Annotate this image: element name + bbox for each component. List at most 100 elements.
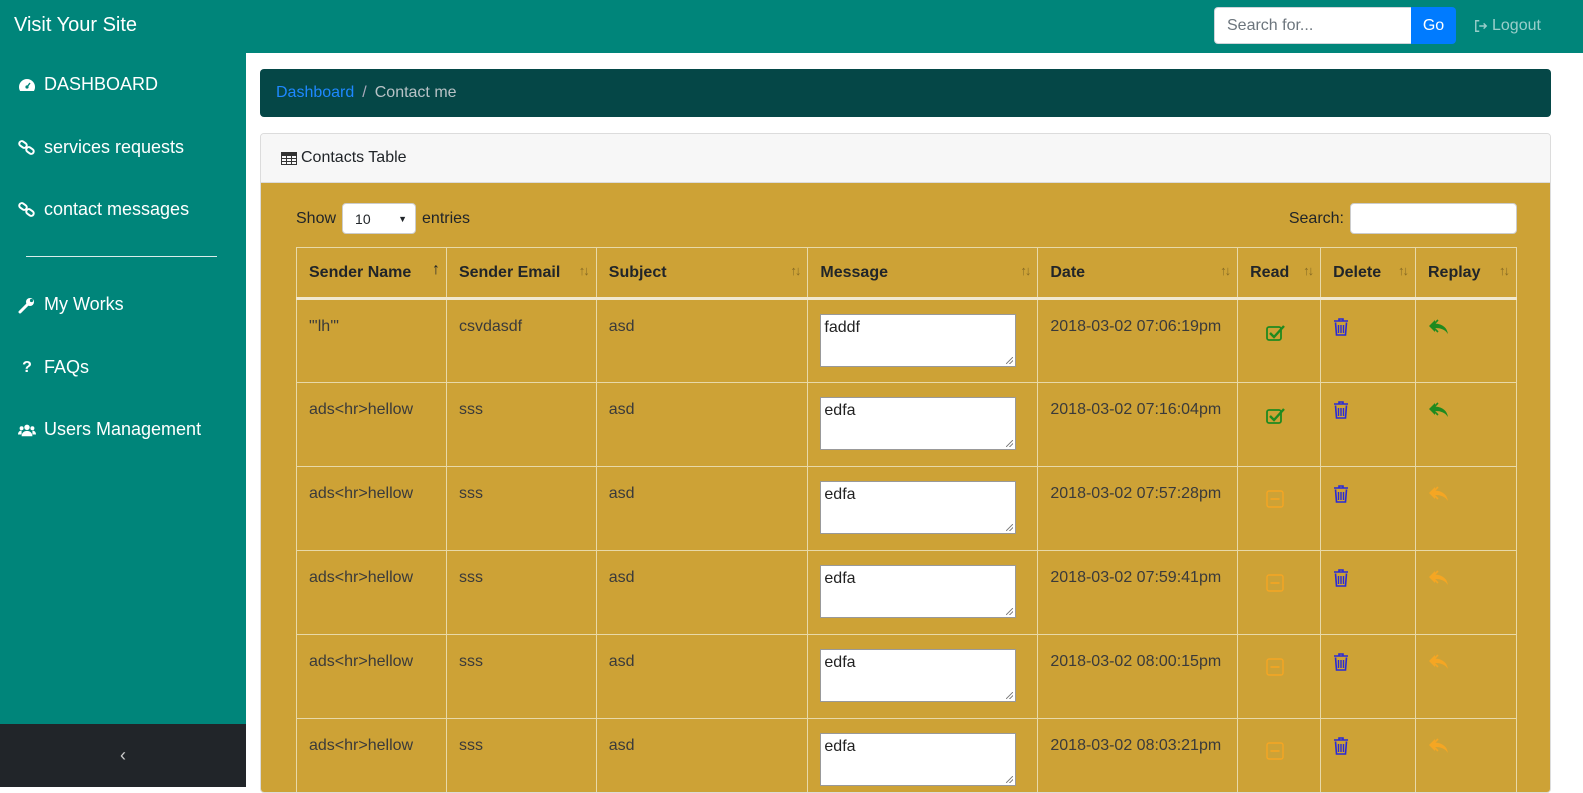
- cell-delete: [1321, 719, 1416, 793]
- col-header-date[interactable]: Date↑↓: [1038, 248, 1238, 299]
- col-header-label: Sender Name: [309, 264, 411, 281]
- cell-read: [1238, 383, 1321, 467]
- cell-sender-name: "'lh'": [297, 299, 447, 383]
- cell-sender-name: ads<hr>hellow: [297, 551, 447, 635]
- col-header-label: Subject: [609, 264, 667, 281]
- entries-select-value: 10: [355, 211, 371, 227]
- message-textarea[interactable]: faddf: [820, 314, 1016, 367]
- site-brand[interactable]: Visit Your Site: [14, 14, 137, 37]
- cell-date: 2018-03-02 07:06:19pm: [1038, 299, 1238, 383]
- trash-icon[interactable]: [1333, 737, 1349, 760]
- sidebar-item-services-requests[interactable]: services requests: [18, 137, 184, 158]
- entries-select[interactable]: 10 ▼: [342, 203, 416, 234]
- users-icon: [18, 422, 36, 438]
- message-textarea[interactable]: edfa: [820, 565, 1016, 618]
- cell-delete: [1321, 467, 1416, 551]
- sort-icon: ↑↓: [1020, 263, 1029, 278]
- dashboard-icon: [18, 77, 36, 93]
- unread-minus-icon[interactable]: [1266, 742, 1284, 765]
- cell-message: edfa: [808, 551, 1038, 635]
- col-header-sender-email[interactable]: Sender Email↑↓: [446, 248, 596, 299]
- top-navbar: Visit Your Site Go Logout: [0, 0, 1583, 53]
- breadcrumb-dashboard-link[interactable]: Dashboard: [276, 84, 354, 102]
- sort-icon: ↑↓: [790, 263, 799, 278]
- sidebar-item-label: contact messages: [44, 199, 189, 220]
- breadcrumb-separator: /: [362, 84, 366, 102]
- navbar-search-input[interactable]: [1214, 7, 1411, 44]
- sidebar-collapse-button[interactable]: ‹: [0, 724, 246, 787]
- trash-icon[interactable]: [1333, 318, 1349, 341]
- breadcrumb-current: Contact me: [375, 84, 457, 102]
- sidebar-item-users-management[interactable]: Users Management: [18, 419, 201, 440]
- entries-label: entries: [422, 210, 470, 228]
- col-header-read[interactable]: Read↑↓: [1238, 248, 1321, 299]
- reply-icon[interactable]: [1428, 569, 1450, 592]
- cell-sender-name: ads<hr>hellow: [297, 467, 447, 551]
- message-textarea[interactable]: edfa: [820, 649, 1016, 702]
- unread-minus-icon[interactable]: [1266, 490, 1284, 513]
- col-header-replay[interactable]: Replay↑↓: [1416, 248, 1517, 299]
- col-header-label: Read: [1250, 264, 1289, 281]
- col-header-delete[interactable]: Delete↑↓: [1321, 248, 1416, 299]
- unread-minus-icon[interactable]: [1266, 574, 1284, 597]
- cell-delete: [1321, 383, 1416, 467]
- sort-icon: ↑↓: [1499, 263, 1508, 278]
- link-icon: [18, 202, 36, 218]
- cell-sender-email: sss: [446, 383, 596, 467]
- sidebar-item-contact-messages[interactable]: contact messages: [18, 199, 189, 220]
- cell-sender-email: sss: [446, 719, 596, 793]
- col-header-label: Message: [820, 264, 888, 281]
- cell-date: 2018-03-02 07:59:41pm: [1038, 551, 1238, 635]
- message-textarea[interactable]: edfa: [820, 481, 1016, 534]
- read-check-icon[interactable]: [1266, 323, 1286, 346]
- reply-icon[interactable]: [1428, 485, 1450, 508]
- sign-out-icon: [1474, 19, 1488, 33]
- reply-icon[interactable]: [1428, 653, 1450, 676]
- table-row: ads<hr>hellowsssasdedfa2018-03-02 07:59:…: [297, 551, 1517, 635]
- chevron-left-icon: ‹: [120, 745, 126, 766]
- sidebar-item-label: services requests: [44, 137, 184, 158]
- cell-message: edfa: [808, 383, 1038, 467]
- cell-read: [1238, 635, 1321, 719]
- cell-subject: asd: [596, 383, 808, 467]
- contacts-card: Contacts Table Show 10 ▼ entries Search:…: [260, 133, 1551, 793]
- trash-icon[interactable]: [1333, 569, 1349, 592]
- col-header-sender-name[interactable]: Sender Name↑: [297, 248, 447, 299]
- cell-message: edfa: [808, 719, 1038, 793]
- logout-link[interactable]: Logout: [1474, 17, 1541, 35]
- col-header-subject[interactable]: Subject ↑↓: [596, 248, 808, 299]
- table-row: ads<hr>hellowsssasdedfa2018-03-02 08:03:…: [297, 719, 1517, 793]
- table-icon: [281, 152, 297, 165]
- trash-icon[interactable]: [1333, 653, 1349, 676]
- trash-icon[interactable]: [1333, 401, 1349, 424]
- sidebar-item-faqs[interactable]: ? FAQs: [18, 357, 89, 378]
- wrench-icon: [18, 296, 36, 314]
- reply-icon[interactable]: [1428, 318, 1450, 341]
- card-title: Contacts Table: [301, 149, 407, 167]
- contacts-table: Sender Name↑ Sender Email↑↓ Subject ↑↓ Me…: [296, 247, 1517, 793]
- search-go-button[interactable]: Go: [1411, 7, 1456, 44]
- cell-date: 2018-03-02 07:16:04pm: [1038, 383, 1238, 467]
- cell-sender-email: sss: [446, 551, 596, 635]
- trash-icon[interactable]: [1333, 485, 1349, 508]
- read-check-icon[interactable]: [1266, 406, 1286, 429]
- sort-icon: ↑↓: [579, 263, 588, 278]
- link-icon: [18, 140, 36, 156]
- sidebar-divider: [26, 256, 217, 257]
- sidebar-item-my-works[interactable]: My Works: [18, 294, 124, 315]
- message-textarea[interactable]: edfa: [820, 397, 1016, 450]
- cell-sender-name: ads<hr>hellow: [297, 383, 447, 467]
- reply-icon[interactable]: [1428, 401, 1450, 424]
- unread-minus-icon[interactable]: [1266, 658, 1284, 681]
- cell-sender-name: ads<hr>hellow: [297, 719, 447, 793]
- col-header-message[interactable]: Message ↑↓: [808, 248, 1038, 299]
- sort-icon: ↑↓: [1398, 263, 1407, 278]
- table-search-input[interactable]: [1350, 203, 1517, 234]
- message-textarea[interactable]: edfa: [820, 733, 1016, 786]
- cell-sender-email: csvdasdf: [446, 299, 596, 383]
- reply-icon[interactable]: [1428, 737, 1450, 760]
- cell-subject: asd: [596, 299, 808, 383]
- cell-date: 2018-03-02 08:03:21pm: [1038, 719, 1238, 793]
- sidebar-item-dashboard[interactable]: DASHBOARD: [18, 74, 158, 95]
- table-header-row: Sender Name↑ Sender Email↑↓ Subject ↑↓ Me…: [297, 248, 1517, 299]
